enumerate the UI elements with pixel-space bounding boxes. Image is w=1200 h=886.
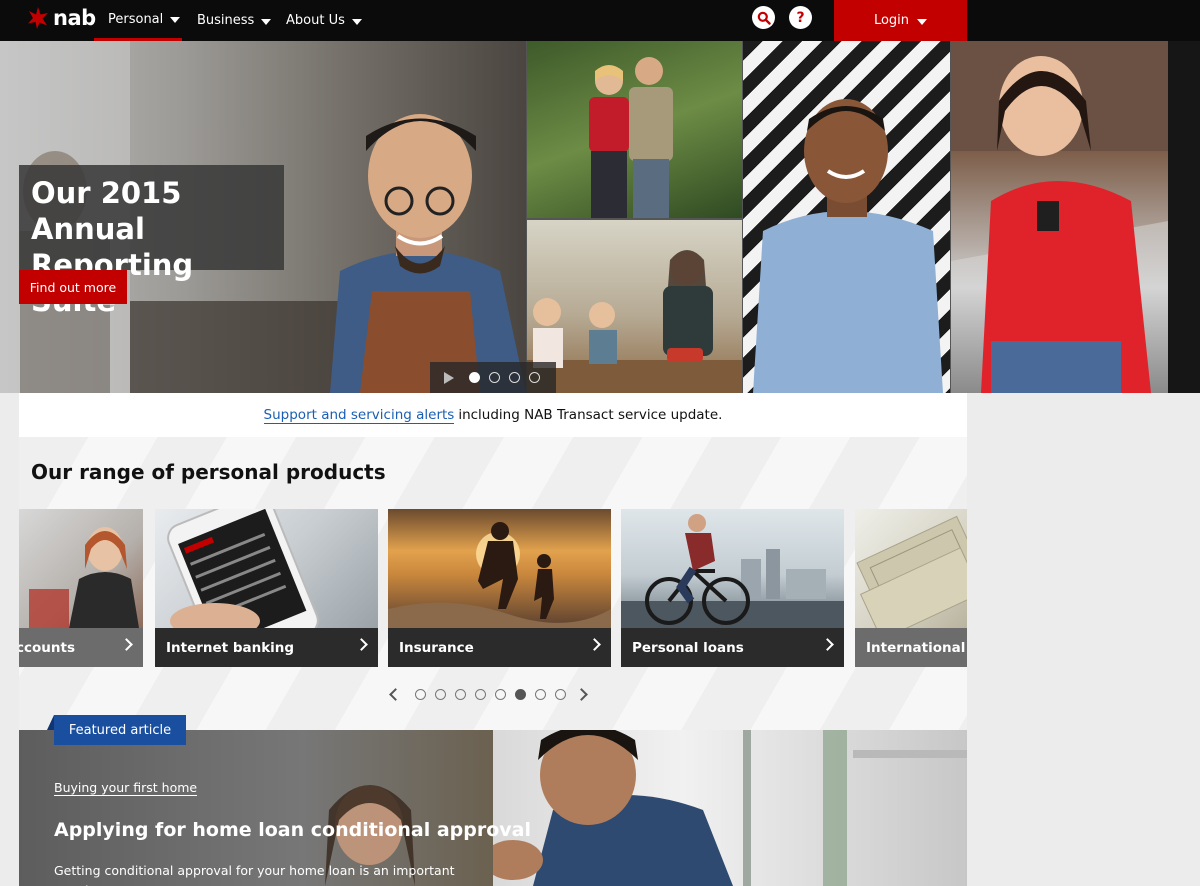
- nav-business-label: Business: [197, 13, 255, 28]
- woman-photo-illustration: [951, 41, 1168, 393]
- service-alert-bar: Support and servicing alerts including N…: [19, 393, 967, 437]
- featured-article-description: Getting conditional approval for your ho…: [54, 863, 455, 886]
- hero-photo-woman-red: [951, 41, 1168, 393]
- search-icon: [757, 11, 771, 25]
- chevron-right-icon: [821, 638, 834, 651]
- product-card-insurance[interactable]: Insurance: [388, 509, 611, 667]
- search-button[interactable]: [752, 6, 775, 29]
- help-button[interactable]: ?: [789, 6, 812, 29]
- card-label-insurance: Insurance: [399, 639, 474, 656]
- accounts-card-bar: ccounts: [19, 628, 143, 667]
- banknotes-photo-illustration: [856, 515, 967, 641]
- family-photo-illustration: [527, 250, 742, 393]
- phone-photo-illustration: [167, 509, 319, 667]
- insurance-card-image: [388, 509, 611, 628]
- accounts-photo-illustration: [29, 527, 139, 628]
- nav-personal-label: Personal: [108, 11, 164, 27]
- card-label-international: International: [866, 639, 966, 656]
- product-card-accounts[interactable]: ccounts: [19, 509, 143, 667]
- products-section-title: Our range of personal products: [31, 460, 386, 484]
- products-page-dot-1[interactable]: [415, 689, 426, 700]
- products-page-dot-8[interactable]: [555, 689, 566, 700]
- support-alerts-link[interactable]: Support and servicing alerts: [263, 407, 455, 424]
- hero-right-edge: [1168, 41, 1200, 393]
- products-page-dot-4[interactable]: [475, 689, 486, 700]
- international-card-bar: International: [855, 628, 967, 667]
- hero-slide-dot-4[interactable]: [529, 372, 540, 383]
- chevron-right-icon: [355, 638, 368, 651]
- chevron-right-icon: [120, 638, 133, 651]
- personal-loans-card-bar: Personal loans: [621, 628, 844, 667]
- featured-photo-panel: [493, 730, 967, 886]
- logo-text: nab: [53, 6, 96, 30]
- hero-slide-dot-2[interactable]: [489, 372, 500, 383]
- play-icon[interactable]: [444, 371, 454, 384]
- login-label: Login: [873, 13, 910, 28]
- find-out-more-button[interactable]: Find out more: [19, 270, 127, 304]
- card-label-accounts: ccounts: [19, 639, 75, 656]
- hero-slide-dot-3[interactable]: [509, 372, 520, 383]
- nav-about-us[interactable]: About Us: [286, 0, 362, 41]
- product-card-internet-banking[interactable]: Internet banking: [155, 509, 378, 667]
- personal-loans-card-image: [621, 509, 844, 628]
- topbar-right-strip: [967, 0, 1200, 41]
- caret-down-icon: [351, 18, 362, 25]
- alert-text: including NAB Transact service update.: [458, 407, 723, 423]
- featured-tag-fold: [47, 715, 54, 730]
- hero-carousel-controls: [430, 362, 556, 393]
- products-page-dot-3[interactable]: [455, 689, 466, 700]
- featured-man-photo-illustration: [493, 730, 967, 886]
- chevron-right-icon: [588, 638, 601, 651]
- insurance-card-bar: Insurance: [388, 628, 611, 667]
- help-icon: ?: [796, 9, 805, 26]
- couple-photo-illustration: [589, 57, 673, 218]
- caret-down-icon: [917, 18, 928, 25]
- card-label-personal-loans: Personal loans: [632, 639, 744, 656]
- chevron-right-icon[interactable]: [575, 688, 588, 701]
- products-page-dot-7[interactable]: [535, 689, 546, 700]
- chevron-left-icon[interactable]: [389, 688, 402, 701]
- hero-photo-couple: [527, 41, 742, 218]
- products-pager: [389, 688, 588, 701]
- accounts-card-image: [19, 509, 143, 628]
- card-label-internet-banking: Internet banking: [166, 639, 295, 656]
- hero-slide-dot-1[interactable]: [469, 372, 480, 383]
- hero-photo-man-stripes: [743, 41, 950, 393]
- featured-article-title[interactable]: Applying for home loan conditional appro…: [54, 819, 531, 841]
- international-card-image: [855, 509, 967, 641]
- products-page-dot-6[interactable]: [515, 689, 526, 700]
- hero-photo-family: [527, 220, 742, 393]
- hero-headline-box: Our 2015 Annual Reporting Suite: [19, 165, 284, 318]
- product-card-personal-loans[interactable]: Personal loans: [621, 509, 844, 667]
- nav-business[interactable]: Business: [197, 0, 272, 41]
- products-page-dot-5[interactable]: [495, 689, 506, 700]
- internet-banking-card-bar: Internet banking: [155, 628, 378, 667]
- cyclist-photo-illustration: [621, 514, 844, 628]
- caret-down-icon: [261, 18, 272, 25]
- beach-photo-illustration: [388, 522, 611, 628]
- featured-article-tag: Featured article: [54, 715, 186, 745]
- star-logo-icon: [28, 7, 48, 29]
- login-button[interactable]: Login: [834, 0, 967, 41]
- internet-banking-card-image: [155, 509, 378, 667]
- products-page-dot-2[interactable]: [435, 689, 446, 700]
- man-photo-illustration: [753, 99, 943, 393]
- caret-down-icon: [170, 17, 181, 23]
- featured-category-link[interactable]: Buying your first home: [54, 780, 198, 796]
- nab-logo[interactable]: nab: [26, 6, 96, 30]
- product-card-international[interactable]: International: [855, 509, 967, 667]
- nav-personal[interactable]: Personal: [94, 0, 182, 41]
- nav-about-label: About Us: [286, 13, 345, 28]
- hero-banner: Our 2015 Annual Reporting Suite Find out…: [0, 41, 1168, 393]
